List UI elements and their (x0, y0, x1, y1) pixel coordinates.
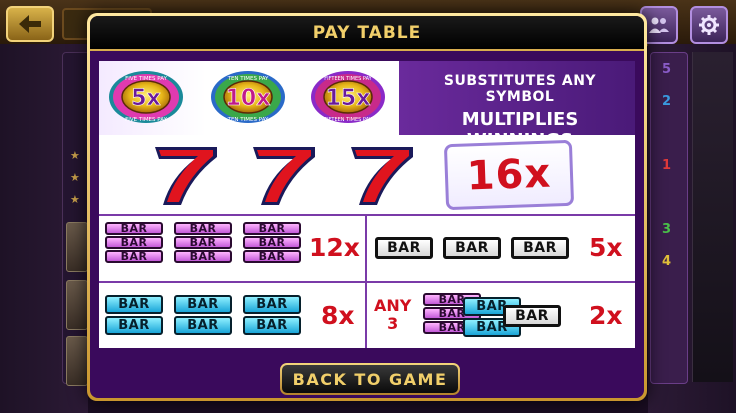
seven-payout-badge: 16x (443, 139, 575, 211)
back-to-game-button[interactable]: BACK TO GAME (280, 363, 460, 395)
bar-chip: BAR (243, 250, 301, 263)
single-bar-symbol: BAR (443, 237, 501, 259)
players-icon (649, 17, 669, 33)
wild-description-line1: SUBSTITUTES ANY SYMBOL (443, 73, 597, 105)
player-avatar[interactable] (66, 336, 88, 386)
double-bar-symbol: BAR BAR (105, 295, 163, 335)
back-button[interactable] (6, 6, 54, 42)
seven-symbol-icon (253, 147, 315, 205)
bar-chip: BAR (174, 316, 232, 335)
payline-number: 2 (662, 94, 672, 109)
back-arrow-icon (19, 15, 41, 33)
any-bar-single: BAR (503, 305, 561, 327)
bar-chip: BAR (174, 295, 232, 314)
pay-table-content: 5x FIVE TIMES PAY FIVE TIMES PAY 10x TEN… (99, 61, 635, 348)
player-avatar[interactable] (66, 280, 88, 330)
bar-chip: BAR (105, 236, 163, 249)
seven-payout: 16x (465, 150, 553, 200)
bar-chip: BAR (105, 250, 163, 263)
bar-chip: BAR (174, 222, 232, 235)
wild-symbols-row: 5x FIVE TIMES PAY FIVE TIMES PAY 10x TEN… (99, 61, 635, 151)
single-bar-symbol: BAR (511, 237, 569, 259)
back-to-game-button-face[interactable]: BACK TO GAME (282, 365, 458, 393)
wild-ring-text: FIFTEEN TIMES PAY (324, 117, 372, 123)
double-bar-symbol: BAR BAR (243, 295, 301, 335)
bar-chip: BAR (243, 222, 301, 235)
player-avatar[interactable] (66, 222, 88, 272)
wild-multiplier-label: 5x (131, 86, 161, 111)
column-divider (365, 214, 367, 348)
triple-bar-symbol: BAR BAR BAR (105, 222, 163, 263)
payline-number: 1 (662, 158, 672, 173)
row-divider (99, 281, 635, 283)
trophy-icon: ★ (70, 194, 80, 206)
payline-number: 4 (662, 254, 672, 269)
wild-5x-icon: 5x FIVE TIMES PAY FIVE TIMES PAY (109, 71, 183, 123)
bar-chip: BAR (105, 295, 163, 314)
bar-chip: BAR (174, 250, 232, 263)
payline-number: 5 (662, 62, 672, 77)
pay-table-modal: PAY TABLE 5x FIVE TIMES PAY FIVE TIMES P… (87, 13, 647, 401)
single-bar-payout: 5x (589, 233, 623, 262)
wild-ring-text: FIVE TIMES PAY (125, 76, 168, 82)
any-bar-payout: 2x (589, 301, 623, 330)
bar-chip: BAR (105, 222, 163, 235)
seven-row: 16x (99, 139, 635, 211)
triple-bar-payout: 12x (309, 233, 360, 262)
bar-chip: BAR (174, 236, 232, 249)
gear-icon (699, 15, 719, 35)
bar-chip: BAR (243, 316, 301, 335)
any-label-line2: 3 (387, 314, 399, 333)
trophy-icon: ★ (70, 150, 80, 162)
payline-number: 3 (662, 222, 672, 237)
trophy-icon: ★ (70, 172, 80, 184)
wild-multiplier-label: 15x (326, 86, 371, 111)
double-bar-payout: 8x (321, 301, 355, 330)
wild-ring-text: TEN TIMES PAY (227, 76, 269, 82)
seven-symbol-icon (351, 147, 413, 205)
wild-ring-text: TEN TIMES PAY (227, 117, 269, 123)
modal-body: PAY TABLE 5x FIVE TIMES PAY FIVE TIMES P… (90, 16, 644, 398)
back-to-game-label: BACK TO GAME (292, 369, 448, 389)
triple-bar-symbol: BAR BAR BAR (174, 222, 232, 263)
seven-symbol-icon (155, 147, 217, 205)
triple-bar-symbol: BAR BAR BAR (243, 222, 301, 263)
wild-15x-icon: 15x FIFTEEN TIMES PAY FIFTEEN TIMES PAY (311, 71, 385, 123)
any-label-line1: ANY (374, 296, 412, 315)
row-divider (99, 214, 635, 216)
wild-ring-text: FIVE TIMES PAY (125, 117, 168, 123)
bar-chip: BAR (243, 295, 301, 314)
wild-multiplier-label: 10x (226, 86, 271, 111)
wild-10x-icon: 10x TEN TIMES PAY TEN TIMES PAY (211, 71, 285, 123)
any-three-label: ANY 3 (374, 297, 411, 333)
right-machine-edge (692, 52, 733, 382)
settings-button[interactable] (690, 6, 728, 44)
modal-header: PAY TABLE (90, 16, 644, 51)
modal-title: PAY TABLE (312, 22, 422, 43)
bar-chip: BAR (105, 316, 163, 335)
double-bar-symbol: BAR BAR (174, 295, 232, 335)
bar-chip: BAR (243, 236, 301, 249)
leaderboard-panel (62, 52, 90, 384)
wild-ring-text: FIFTEEN TIMES PAY (324, 76, 372, 82)
single-bar-symbol: BAR (375, 237, 433, 259)
